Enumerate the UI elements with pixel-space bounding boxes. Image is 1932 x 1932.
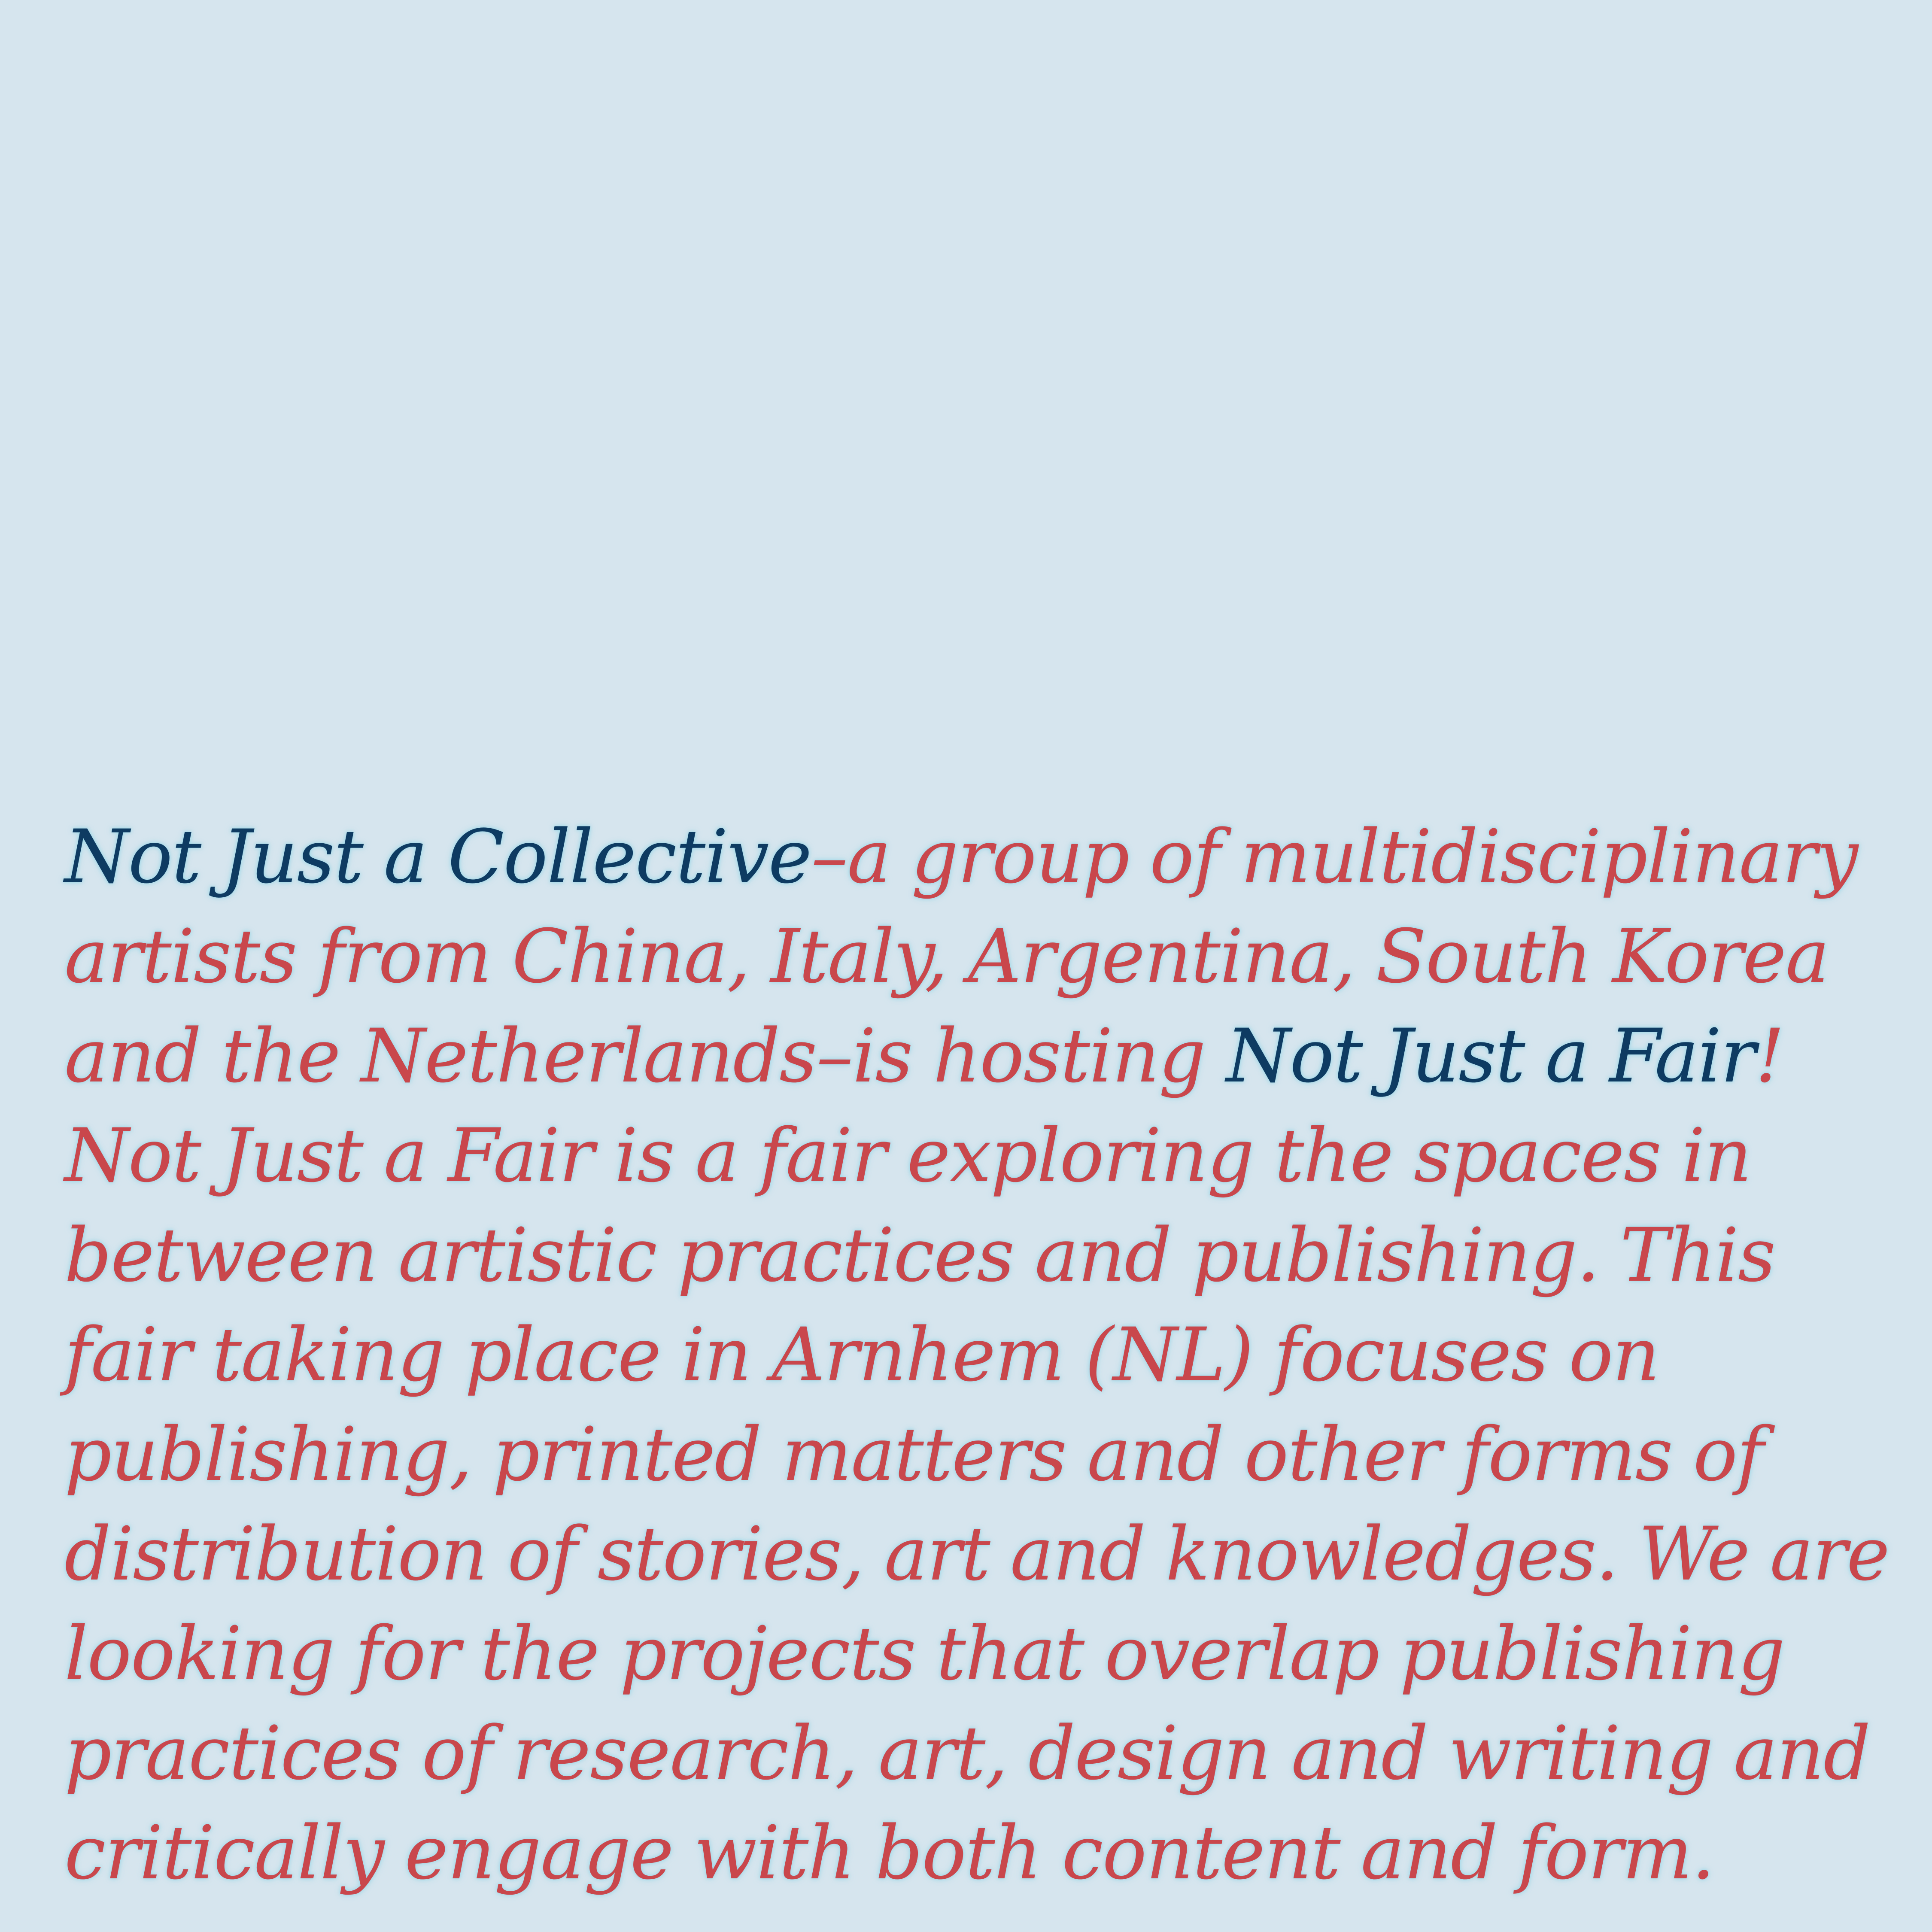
statement-line-1: Not Just a Collective–a group of multidi… [64,807,1889,907]
statement-line-10: practices of research, art, design and w… [64,1710,1871,1796]
statement-line-11: critically engage with both content and … [64,1810,1715,1896]
open-call-statement: Not Just a Collective–a group of multidi… [64,807,1890,1903]
statement-line-3: and the Netherlands–is hosting Not Just … [64,1006,1889,1106]
statement-line-3-text: and the Netherlands–is hosting [64,1013,1226,1099]
statement-line-9: looking for the projects that overlap pu… [64,1610,1785,1697]
statement-line-3-exclamation: ! [1755,1013,1785,1099]
fair-name: Not Just a Fair [1226,1013,1756,1099]
statement-line-8: distribution of stories, art and knowled… [64,1511,1890,1597]
statement-line-2: artists from China, Italy, Argentina, So… [64,913,1829,999]
statement-line-6: fair taking place in Arnhem (NL) focuses… [64,1312,1660,1398]
statement-line-1-text: –a group of multidisciplinary [811,814,1858,900]
statement-line-7: publishing, printed matters and other fo… [64,1411,1764,1498]
statement-line-5: between artistic practices and publishin… [64,1212,1776,1298]
collective-name: Not Just a Collective [64,814,812,900]
statement-line-4: Not Just a Fair is a fair exploring the … [64,1112,1752,1199]
